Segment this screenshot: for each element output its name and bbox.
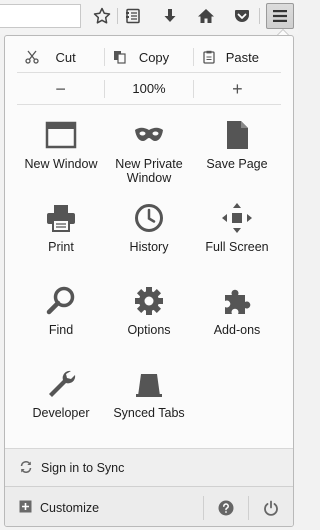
- developer-label: Developer: [32, 406, 90, 420]
- new-private-window-button[interactable]: New Private Window: [105, 116, 193, 199]
- navigation-toolbar: [0, 0, 298, 34]
- cut-button[interactable]: Cut: [17, 44, 104, 70]
- help-icon: [218, 500, 234, 515]
- scissors-icon: [25, 50, 39, 67]
- divider: [17, 72, 281, 73]
- history-button[interactable]: History: [105, 199, 193, 282]
- paste-button[interactable]: Paste: [194, 44, 281, 70]
- history-label: History: [129, 240, 169, 254]
- fullscreen-icon: [222, 203, 252, 233]
- toolbar-separator: [117, 8, 118, 24]
- full-screen-label: Full Screen: [205, 240, 269, 254]
- find-button[interactable]: Find: [17, 282, 105, 365]
- hamburger-menu-icon[interactable]: [266, 3, 294, 29]
- synced-tabs-icon: [136, 374, 162, 397]
- quit-button[interactable]: [249, 487, 293, 526]
- zoom-reset-button[interactable]: 100%: [105, 76, 192, 102]
- add-ons-label: Add-ons: [213, 323, 261, 337]
- download-icon[interactable]: [158, 4, 182, 28]
- reader-list-icon[interactable]: [121, 4, 145, 28]
- magnifier-icon: [46, 286, 75, 315]
- find-label: Find: [48, 323, 74, 337]
- save-page-button[interactable]: Save Page: [193, 116, 281, 199]
- customize-button[interactable]: Customize: [19, 487, 203, 526]
- private-mask-icon: [135, 127, 163, 141]
- sync-label: Sign in to Sync: [41, 461, 125, 475]
- clock-icon: [135, 204, 163, 232]
- wrench-icon: [49, 370, 76, 397]
- new-window-button[interactable]: New Window: [17, 116, 105, 199]
- puzzle-icon: [225, 289, 251, 314]
- sign-in-to-sync-button[interactable]: Sign in to Sync: [5, 448, 293, 487]
- synced-tabs-button[interactable]: Synced Tabs: [105, 365, 193, 448]
- power-icon: [264, 500, 278, 516]
- pocket-icon[interactable]: [230, 4, 254, 28]
- options-button[interactable]: Options: [105, 282, 193, 365]
- synced-tabs-label: Synced Tabs: [113, 406, 185, 420]
- edit-controls: Cut Copy Paste: [17, 44, 281, 70]
- clipboard-icon: [202, 50, 216, 67]
- printer-icon: [47, 205, 75, 232]
- add-ons-button[interactable]: Add-ons: [193, 282, 281, 365]
- save-page-icon: [227, 121, 248, 149]
- print-label: Print: [48, 240, 74, 254]
- developer-button[interactable]: Developer: [17, 365, 105, 448]
- copy-button[interactable]: Copy: [105, 44, 192, 70]
- url-bar[interactable]: [0, 4, 81, 28]
- panel-footer: Customize: [5, 486, 293, 526]
- divider: [17, 104, 281, 105]
- help-button[interactable]: [204, 487, 248, 526]
- main-menu-panel: Cut Copy Paste − 100% + New Window New P…: [4, 35, 294, 527]
- sync-icon: [19, 460, 33, 477]
- new-window-label: New Window: [24, 157, 98, 171]
- toolbar-separator: [259, 8, 260, 24]
- plus-box-icon: [19, 500, 32, 516]
- gear-icon: [135, 287, 163, 315]
- new-window-icon: [45, 121, 77, 149]
- full-screen-button[interactable]: Full Screen: [193, 199, 281, 282]
- customize-label: Customize: [40, 500, 100, 515]
- menu-grid: New Window New Private Window Save Page …: [17, 116, 281, 448]
- star-icon[interactable]: [90, 4, 114, 28]
- copy-icon: [113, 50, 127, 67]
- zoom-out-button[interactable]: −: [17, 76, 104, 102]
- home-icon[interactable]: [194, 4, 218, 28]
- new-private-window-label: New Private Window: [115, 157, 183, 185]
- print-button[interactable]: Print: [17, 199, 105, 282]
- zoom-controls: − 100% +: [17, 76, 281, 102]
- zoom-in-button[interactable]: +: [194, 76, 281, 102]
- options-label: Options: [127, 323, 171, 337]
- save-page-label: Save Page: [206, 157, 268, 171]
